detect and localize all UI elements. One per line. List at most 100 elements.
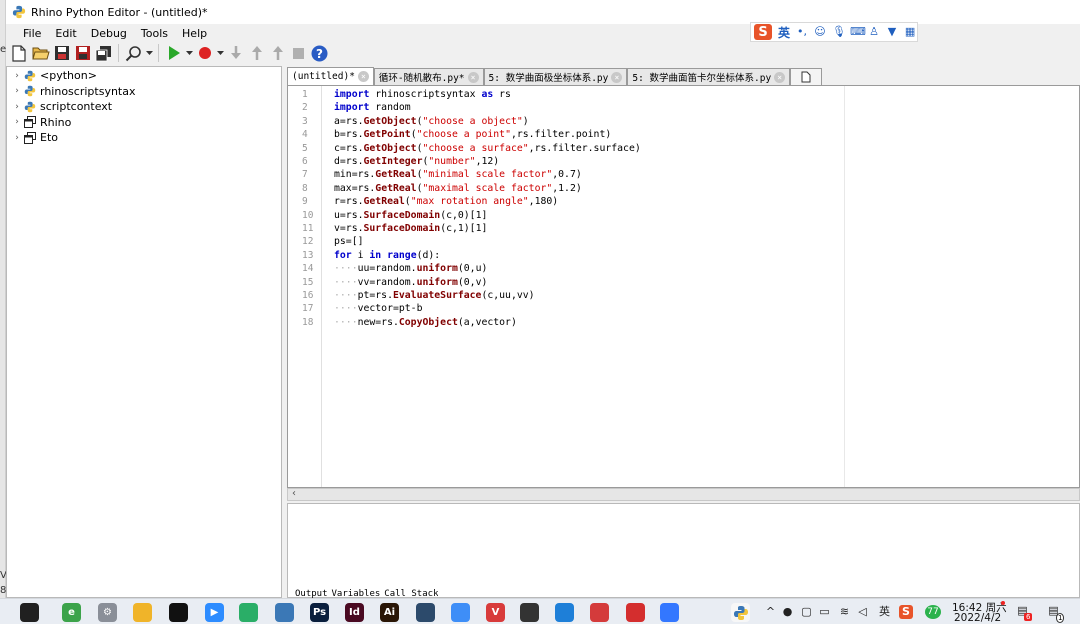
v-app-icon[interactable]: V xyxy=(486,603,505,622)
code-editor[interactable]: 1 2 3 4 5 6 7 8 9 10 11 12 13 14 15 16 17 18 import rhino… xyxy=(287,85,1080,488)
mic-icon[interactable]: 🎙 xyxy=(832,26,846,38)
open-folder-icon[interactable] xyxy=(31,44,50,63)
expand-chevron-icon[interactable]: › xyxy=(11,71,23,81)
ime-tray-icon[interactable]: 英 xyxy=(878,605,891,619)
step-out-icon[interactable] xyxy=(268,44,287,63)
breakpoint-icon[interactable] xyxy=(195,44,214,63)
code-line[interactable]: ps=[] xyxy=(334,235,364,248)
grid-icon[interactable]: ▦ xyxy=(904,26,916,38)
tree-item-scriptcontext[interactable]: › scriptcontext xyxy=(7,99,281,115)
title-bar[interactable]: Rhino Python Editor - (untitled)* xyxy=(6,0,1080,24)
wifi-icon[interactable]: ≋ xyxy=(838,605,851,619)
close-tab-icon[interactable]: × xyxy=(774,71,786,83)
tab-cartesian-surface[interactable]: 5: 数学曲面笛卡尔坐标体系.py × xyxy=(627,68,791,85)
keyboard-icon[interactable]: ⌨ xyxy=(850,26,866,38)
code-line[interactable]: r=rs.GetReal("max rotation angle",180) xyxy=(334,195,558,208)
help-icon[interactable]: ? xyxy=(310,44,329,63)
settings-app-icon[interactable]: ⚙ xyxy=(98,603,117,622)
shirt-icon[interactable]: ▼ xyxy=(886,26,898,38)
qq-tray-icon[interactable]: ● xyxy=(781,605,794,619)
mountain-app-icon[interactable] xyxy=(555,603,574,622)
360-icon[interactable]: 77 xyxy=(925,605,941,619)
sogou-logo-icon[interactable]: S xyxy=(754,24,772,40)
close-tab-icon[interactable]: × xyxy=(611,71,623,83)
menu-debug[interactable]: Debug xyxy=(84,27,134,40)
tab-output[interactable]: Output xyxy=(295,588,328,598)
close-tab-icon[interactable]: × xyxy=(357,71,369,82)
tab-random-scatter[interactable]: 循环-随机散布.py* × xyxy=(373,68,484,85)
code-line[interactable]: ····vector=pt-b xyxy=(334,302,422,315)
horizontal-scrollbar[interactable]: ‹ xyxy=(287,488,1080,501)
sketchup-icon[interactable] xyxy=(590,603,609,622)
smile-icon[interactable]: ☺ xyxy=(814,26,826,38)
ime-toolbar[interactable]: S 英 •, ☺ 🎙 ⌨ ♙ ▼ ▦ xyxy=(750,22,918,42)
wechat-icon[interactable] xyxy=(239,603,258,622)
sogou-tray-icon[interactable]: S xyxy=(899,605,913,619)
battery-icon[interactable]: ▭ xyxy=(818,605,831,619)
panel-splitter[interactable] xyxy=(282,66,286,598)
code-line[interactable]: ····vv=random.uniform(0,v) xyxy=(334,276,487,289)
code-line[interactable]: ····uu=random.uniform(0,u) xyxy=(334,262,487,275)
expand-chevron-icon[interactable]: › xyxy=(11,133,23,143)
browser-icon[interactable]: e xyxy=(62,603,81,622)
new-tab-button[interactable] xyxy=(790,68,823,85)
find-dropdown-icon[interactable] xyxy=(145,44,153,63)
chevron-up-icon[interactable]: ^ xyxy=(764,605,777,619)
tree-item-eto[interactable]: › Eto xyxy=(7,130,281,146)
tab-untitled[interactable]: (untitled)* × xyxy=(287,67,374,85)
expand-chevron-icon[interactable]: › xyxy=(11,86,23,96)
rhino-icon[interactable] xyxy=(520,603,539,622)
save-all-icon[interactable] xyxy=(94,44,113,63)
illustrator-icon[interactable]: Ai xyxy=(380,603,399,622)
code-line[interactable]: max=rs.GetReal("maximal scale factor",1.… xyxy=(334,182,582,195)
step-over-icon[interactable] xyxy=(247,44,266,63)
code-line[interactable]: ····pt=rs.EvaluateSurface(c,uu,vv) xyxy=(334,289,535,302)
qq-icon[interactable] xyxy=(169,603,188,622)
code-line[interactable]: u=rs.SurfaceDomain(c,0)[1] xyxy=(334,209,487,222)
step-into-icon[interactable] xyxy=(226,44,245,63)
python-app-icon[interactable] xyxy=(275,603,294,622)
output-panel[interactable] xyxy=(287,503,1080,598)
expand-chevron-icon[interactable]: › xyxy=(11,102,23,112)
code-line[interactable]: import rhinoscriptsyntax as rs xyxy=(334,88,511,101)
clock-date[interactable]: 2022/4/2 xyxy=(954,612,1001,624)
breakpoint-dropdown-icon[interactable] xyxy=(216,44,224,63)
stop-icon[interactable] xyxy=(289,44,308,63)
tree-item-python[interactable]: › <python> xyxy=(7,68,281,84)
cat-app-icon[interactable] xyxy=(416,603,435,622)
tree-item-rhino[interactable]: › Rhino xyxy=(7,115,281,131)
menu-file[interactable]: File xyxy=(16,27,48,40)
save-as-icon[interactable] xyxy=(73,44,92,63)
code-line[interactable]: b=rs.GetPoint("choose a point",rs.filter… xyxy=(334,128,611,141)
expand-chevron-icon[interactable]: › xyxy=(11,117,23,127)
save-icon[interactable] xyxy=(52,44,71,63)
find-icon[interactable] xyxy=(124,44,143,63)
user-icon[interactable]: ♙ xyxy=(868,26,880,38)
tree-item-rhinoscriptsyntax[interactable]: › rhinoscriptsyntax xyxy=(7,84,281,100)
code-line[interactable]: min=rs.GetReal("minimal scale factor",0.… xyxy=(334,168,582,181)
menu-tools[interactable]: Tools xyxy=(134,27,175,40)
python-icon[interactable] xyxy=(731,603,750,622)
new-file-icon[interactable] xyxy=(10,44,29,63)
code-line[interactable]: d=rs.GetInteger("number",12) xyxy=(334,155,499,168)
windows-start-icon[interactable] xyxy=(20,603,39,622)
menu-help[interactable]: Help xyxy=(175,27,214,40)
ime-mode-label[interactable]: 英 xyxy=(778,24,790,41)
scroll-left-icon[interactable]: ‹ xyxy=(292,488,296,499)
code-line[interactable]: import random xyxy=(334,101,411,114)
code-line[interactable]: c=rs.GetObject("choose a surface",rs.fil… xyxy=(334,142,641,155)
photoshop-icon[interactable]: Ps xyxy=(310,603,329,622)
acrobat-icon[interactable] xyxy=(626,603,645,622)
indesign-icon[interactable]: Id xyxy=(345,603,364,622)
zoom-icon[interactable]: ▶ xyxy=(205,603,224,622)
feishu-icon[interactable] xyxy=(660,603,679,622)
tab-variables[interactable]: Variables xyxy=(332,588,381,598)
volume-icon[interactable]: ◁ xyxy=(856,605,869,619)
code-line[interactable]: for i in range(d): xyxy=(334,249,440,262)
tab-call-stack[interactable]: Call Stack xyxy=(384,588,438,598)
file-explorer-icon[interactable] xyxy=(133,603,152,622)
tray-2-icon[interactable]: ▢ xyxy=(800,605,813,619)
punctuation-icon[interactable]: •, xyxy=(796,26,808,38)
code-line[interactable]: a=rs.GetObject("choose a object") xyxy=(334,115,529,128)
baidu-netdisk-icon[interactable] xyxy=(451,603,470,622)
